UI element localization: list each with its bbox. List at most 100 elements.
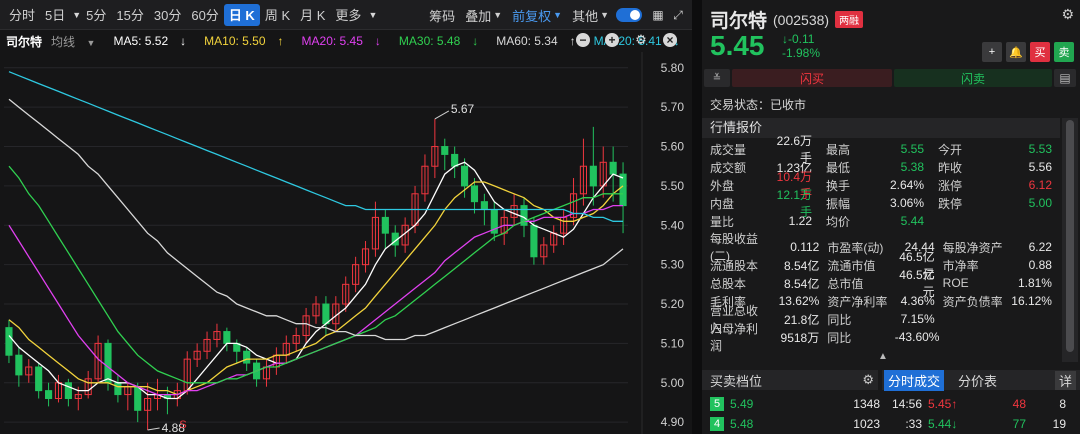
tab-period[interactable]: 5日	[40, 4, 70, 26]
stat-value: 2.64%	[889, 178, 924, 192]
stock-code: (002538)	[773, 11, 830, 28]
ticks-header: 分时成交 分价表 详	[882, 369, 1080, 391]
avg-line-dropdown[interactable]: 均线 ▼	[51, 33, 104, 50]
candle	[45, 390, 53, 400]
quote-stats: 成交量 22.6万手 最高 5.55 今开 5.53 成交额 1.23亿 最低 5.38 昨收 5.5…	[710, 134, 1052, 230]
stat-value: 7.15%	[900, 312, 935, 326]
chevron-down-icon: ▼	[72, 9, 82, 20]
stat-value: 5.38	[900, 160, 924, 174]
stats-row: 成交量 22.6万手 最高 5.55 今开 5.53	[710, 134, 1052, 165]
gear-icon[interactable]: ⚙	[1061, 6, 1074, 23]
scroll-thumb[interactable]	[1066, 120, 1074, 352]
level-badge: 4	[710, 417, 724, 431]
minus-icon[interactable]: −	[576, 33, 590, 47]
stat-label: 流通市值	[827, 258, 876, 273]
detail-button[interactable]: 详	[1054, 370, 1076, 390]
candle	[64, 382, 72, 400]
tab-period[interactable]: 月 K	[295, 4, 330, 26]
collapse-icon[interactable]: ≚	[704, 69, 730, 87]
scrollbar[interactable]	[1062, 118, 1078, 362]
stat-value: 8.54亿	[783, 276, 820, 291]
grid-icon[interactable]: ▤	[1054, 69, 1076, 87]
tab-ticks[interactable]: 分时成交	[884, 369, 945, 391]
stat-label: 振幅	[826, 196, 851, 211]
gear-icon[interactable]: ⚙	[634, 33, 648, 47]
stat-label: 外盘	[710, 178, 735, 193]
other-button[interactable]: 其他 ▼	[567, 4, 614, 26]
tab-period[interactable]: 15分	[111, 4, 148, 26]
flash-sell-button[interactable]: 闪卖	[894, 69, 1052, 87]
sell-button[interactable]: 卖	[1054, 42, 1074, 62]
stats-row: 归母净利润 9518万 同比 -43.60%	[710, 322, 1052, 353]
toggle-switch[interactable]	[616, 8, 642, 22]
toolbar-right: 筹码 叠加 ▼ 前复权 ▼ 其他 ▼ ▦ ⤢	[424, 4, 686, 26]
tab-period[interactable]: 30分	[149, 4, 186, 26]
fullscreen-icon[interactable]: ⤢	[670, 7, 686, 23]
orderbook-row[interactable]: 4 5.48 1023	[710, 414, 880, 434]
stat-label: 归母净利润	[710, 322, 759, 353]
candle	[322, 303, 330, 325]
kline-chart[interactable]: 5.80 5.70 5.60 5.50 5.40 5.30 5.20 5.10 5.00 4.90…	[0, 52, 692, 434]
orderbook-row[interactable]: 5 5.49 1348	[710, 394, 880, 414]
chips-button[interactable]: 筹码	[424, 4, 460, 26]
low-pointer	[147, 427, 160, 431]
candle	[470, 185, 479, 203]
tab-period[interactable]: 周 K	[260, 4, 295, 26]
stat-label: 同比	[827, 330, 852, 345]
tab-period[interactable]: 5分	[81, 4, 111, 26]
stat-label: 流通股本	[710, 258, 759, 273]
candle	[381, 216, 389, 234]
y-tick-label: 5.50	[661, 179, 685, 193]
stat-value: 5.56	[1028, 160, 1052, 174]
stats-row: 内盘 12.1万手 振幅 3.06% 跌停 5.00	[710, 188, 1052, 219]
tab-period[interactable]: 日 K	[223, 3, 260, 26]
collapse-icon[interactable]: ▲	[878, 351, 888, 362]
action-buttons: + 🔔 买 卖	[978, 42, 1074, 62]
plus-icon[interactable]: +	[605, 33, 619, 47]
tab-period[interactable]: 更多	[330, 4, 366, 26]
stat-value: 3.06%	[889, 196, 924, 210]
bottom-panel: 买卖档位 ⚙ 分时成交 分价表 详 5 5.49 1348 4 5.48 1023 14:…	[702, 369, 1080, 434]
stat-value: 8.54亿	[783, 258, 820, 273]
candle	[134, 386, 142, 411]
adjust-dropdown[interactable]: 前复权 ▼	[507, 4, 567, 26]
stat-label: 总股本	[710, 276, 747, 291]
tick-time: 14:56	[891, 397, 922, 411]
tab-price-table[interactable]: 分价表	[958, 371, 997, 390]
gear-icon[interactable]: ⚙	[862, 372, 874, 388]
stat-value: 1.81%	[1017, 276, 1052, 290]
section-header: 行情报价	[702, 118, 1060, 138]
candle	[461, 165, 469, 187]
add-icon[interactable]: +	[982, 42, 1002, 62]
tick-row: 14:56 5.45↑ 48 8	[882, 394, 1072, 414]
grid-icon[interactable]: ▦	[650, 7, 666, 23]
stat-value: 9518万	[780, 330, 820, 345]
chart-toolbar: 分时 5日 ▼ 5分 15分 30分 60分日 K周 K月 K 更多 ▼ 筹码 叠加 ▼ 前复权 ▼…	[0, 0, 692, 30]
stat-label: 均价	[826, 214, 851, 229]
stats-row: 成交额 1.23亿 最低 5.38 昨收 5.56	[710, 158, 1052, 176]
stat-value: 13.62%	[778, 294, 820, 308]
candle	[5, 327, 13, 356]
bell-icon[interactable]: 🔔	[1006, 42, 1026, 62]
y-tick-label: 5.60	[661, 140, 685, 154]
chevron-down-icon: ▼	[493, 10, 503, 20]
buy-button[interactable]: 买	[1030, 42, 1050, 62]
candle	[15, 354, 23, 376]
candle	[480, 201, 488, 211]
tick-count: 8	[1059, 397, 1066, 411]
tick-count: 19	[1052, 417, 1066, 431]
y-tick-label: 5.10	[661, 336, 685, 350]
panel-divider[interactable]	[692, 0, 702, 434]
flash-buy-button[interactable]: 闪买	[732, 69, 892, 87]
quote-panel: 司尔特 (002538) 两融 ⚙ 5.45 ↓-0.11 -1.98% + 🔔…	[702, 0, 1080, 434]
stat-value: 0.112	[790, 240, 820, 254]
tab-period[interactable]: 60分	[186, 4, 223, 26]
overlay-button[interactable]: 叠加 ▼	[460, 4, 507, 26]
tab-period[interactable]: 分时	[4, 4, 40, 26]
stat-label: 同比	[827, 312, 852, 327]
tick-price: 5.45↑	[928, 397, 958, 411]
stat-label: 市盈率(动)	[827, 240, 884, 255]
stats-row: 每股收益(二) 0.112 市盈率(动) 24.44 每股净资产 6.22	[710, 232, 1052, 263]
close-icon[interactable]: ×	[663, 33, 677, 47]
stat-value: -43.60%	[894, 330, 940, 344]
